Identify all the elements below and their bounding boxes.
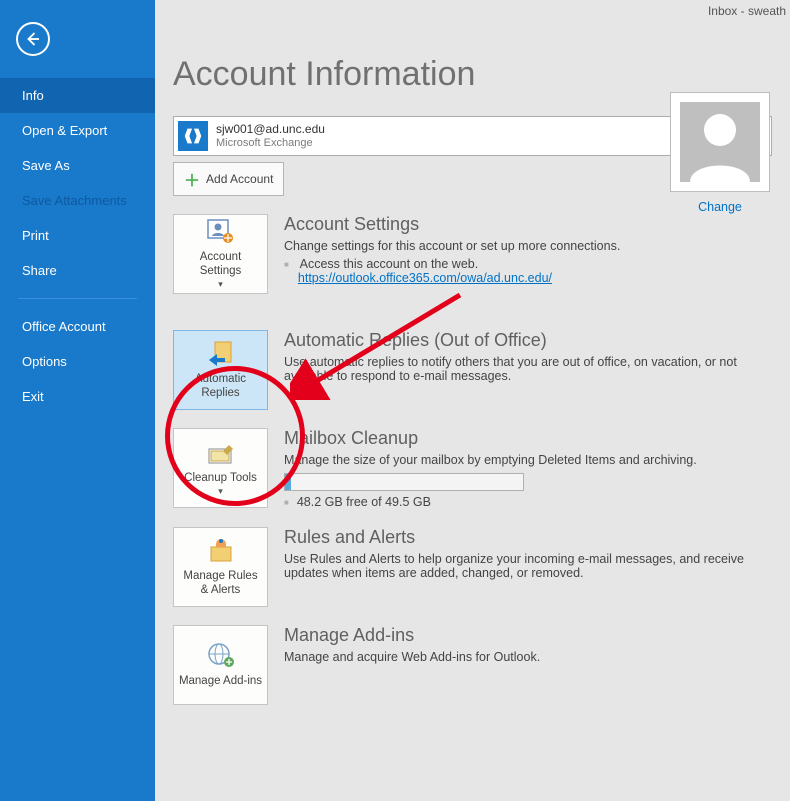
sidebar-item-open-export[interactable]: Open & Export xyxy=(0,113,155,148)
rules-alerts-icon xyxy=(205,537,237,565)
sidebar-item-share[interactable]: Share xyxy=(0,253,155,288)
sidebar-item-exit[interactable]: Exit xyxy=(0,379,155,414)
section-automatic-replies: Automatic Replies Automatic Replies (Out… xyxy=(173,330,772,410)
exchange-icon xyxy=(178,121,208,151)
manage-addins-button[interactable]: Manage Add-ins xyxy=(173,625,268,705)
sidebar-item-info[interactable]: Info xyxy=(0,78,155,113)
sidebar-item-office-account[interactable]: Office Account xyxy=(0,309,155,344)
main-content: Account Information sjw001@ad.unc.edu Mi… xyxy=(155,0,790,801)
manage-addins-heading: Manage Add-ins xyxy=(284,625,772,646)
automatic-replies-heading: Automatic Replies (Out of Office) xyxy=(284,330,772,351)
storage-bar xyxy=(284,473,524,491)
section-manage-addins: Manage Add-ins Manage Add-ins Manage and… xyxy=(173,625,772,705)
manage-addins-desc: Manage and acquire Web Add-ins for Outlo… xyxy=(284,650,772,664)
mailbox-cleanup-desc: Manage the size of your mailbox by empty… xyxy=(284,453,772,467)
avatar-block: Change xyxy=(670,92,770,216)
section-rules-alerts: Manage Rules & Alerts Rules and Alerts U… xyxy=(173,527,772,607)
sidebar-item-options[interactable]: Options xyxy=(0,344,155,379)
account-type: Microsoft Exchange xyxy=(216,137,325,150)
sidebar-item-print[interactable]: Print xyxy=(0,218,155,253)
account-email: sjw001@ad.unc.edu xyxy=(216,122,325,136)
add-account-label: Add Account xyxy=(206,172,273,186)
section-account-settings: Account Settings▾ Account Settings Chang… xyxy=(173,214,772,294)
automatic-replies-button[interactable]: Automatic Replies xyxy=(173,330,268,410)
account-settings-btn-label: Account Settings xyxy=(178,250,263,279)
account-settings-heading: Account Settings xyxy=(284,214,772,235)
backstage-sidebar: Info Open & Export Save As Save Attachme… xyxy=(0,0,155,801)
manage-addins-btn-label: Manage Add-ins xyxy=(179,674,262,688)
storage-text: 48.2 GB free of 49.5 GB xyxy=(297,495,431,509)
automatic-replies-desc: Use automatic replies to notify others t… xyxy=(284,355,772,383)
plus-icon: ＋ xyxy=(184,167,200,191)
automatic-replies-icon xyxy=(205,340,237,368)
rules-alerts-btn-label: Manage Rules & Alerts xyxy=(178,569,263,598)
account-settings-button[interactable]: Account Settings▾ xyxy=(173,214,268,294)
mailbox-cleanup-heading: Mailbox Cleanup xyxy=(284,428,772,449)
cleanup-tools-button[interactable]: Cleanup Tools▾ xyxy=(173,428,268,508)
storage-bar-fill xyxy=(285,474,291,490)
account-settings-icon xyxy=(205,218,237,246)
page-title: Account Information xyxy=(173,55,772,94)
sidebar-item-save-attachments: Save Attachments xyxy=(0,183,155,218)
account-settings-desc: Change settings for this account or set … xyxy=(284,239,772,253)
section-mailbox-cleanup: Cleanup Tools▾ Mailbox Cleanup Manage th… xyxy=(173,428,772,509)
rules-alerts-desc: Use Rules and Alerts to help organize yo… xyxy=(284,552,772,580)
add-account-button[interactable]: ＋ Add Account xyxy=(173,162,284,196)
manage-addins-icon xyxy=(205,642,237,670)
sidebar-item-save-as[interactable]: Save As xyxy=(0,148,155,183)
change-avatar-link[interactable]: Change xyxy=(698,200,742,214)
avatar-image[interactable] xyxy=(670,92,770,192)
sidebar-divider xyxy=(18,298,137,299)
automatic-replies-btn-label: Automatic Replies xyxy=(178,372,263,401)
arrow-left-icon xyxy=(24,30,42,48)
rules-alerts-heading: Rules and Alerts xyxy=(284,527,772,548)
cleanup-tools-icon xyxy=(205,439,237,467)
back-button[interactable] xyxy=(16,22,50,56)
owa-link[interactable]: https://outlook.office365.com/owa/ad.unc… xyxy=(298,271,552,285)
cleanup-tools-btn-label: Cleanup Tools xyxy=(184,471,257,485)
account-settings-bullet: Access this account on the web. xyxy=(300,257,479,271)
avatar-placeholder-icon xyxy=(680,102,760,182)
manage-rules-alerts-button[interactable]: Manage Rules & Alerts xyxy=(173,527,268,607)
